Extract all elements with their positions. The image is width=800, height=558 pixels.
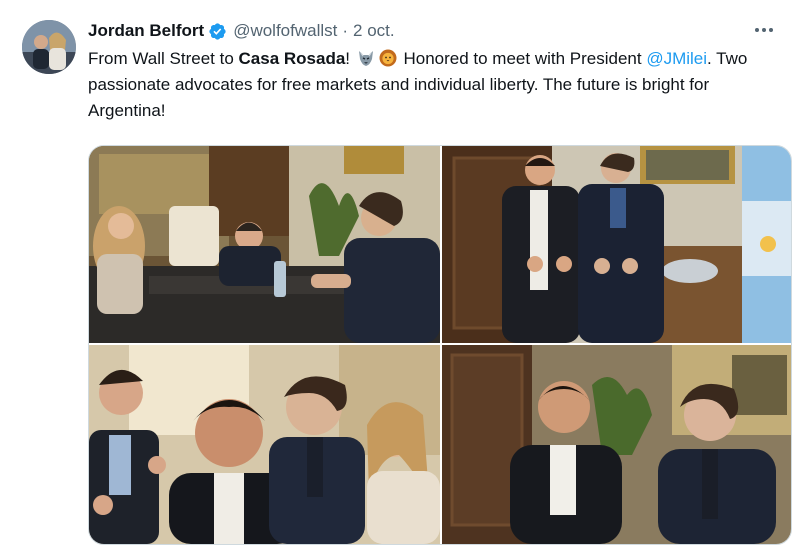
photo-meeting-table[interactable] [89,146,440,343]
tweet-date[interactable]: 2 oct. [353,21,395,41]
verified-badge-icon [208,22,227,41]
tweet-text-bold: Casa Rosada [238,49,346,68]
photo-group-selfie[interactable] [89,345,440,544]
tweet-text: From Wall Street to Casa Rosada! Honored… [88,46,788,124]
wolf-emoji-icon [357,49,375,67]
tweet-text-part1: From Wall Street to [88,49,239,68]
author-avatar[interactable] [22,20,76,74]
mention-link[interactable]: @JMilei [646,49,707,68]
more-options-icon[interactable] [750,18,778,42]
tweet-header: Jordan Belfort @wolfofwallst · 2 oct. [88,19,395,43]
separator-dot: · [342,21,349,40]
photo-seated-portrait[interactable] [442,345,791,544]
tweet-text-part3: Honored to meet with President [398,49,647,68]
media-grid [88,145,792,545]
author-handle[interactable]: @wolfofwallst [233,21,337,41]
photo-standing-thumbs-up[interactable] [442,146,791,343]
tweet[interactable]: Jordan Belfort @wolfofwallst · 2 oct. Fr… [0,0,800,558]
tweet-text-part2: ! [345,49,355,68]
lion-emoji-icon [379,49,397,67]
author-name[interactable]: Jordan Belfort [88,21,204,41]
